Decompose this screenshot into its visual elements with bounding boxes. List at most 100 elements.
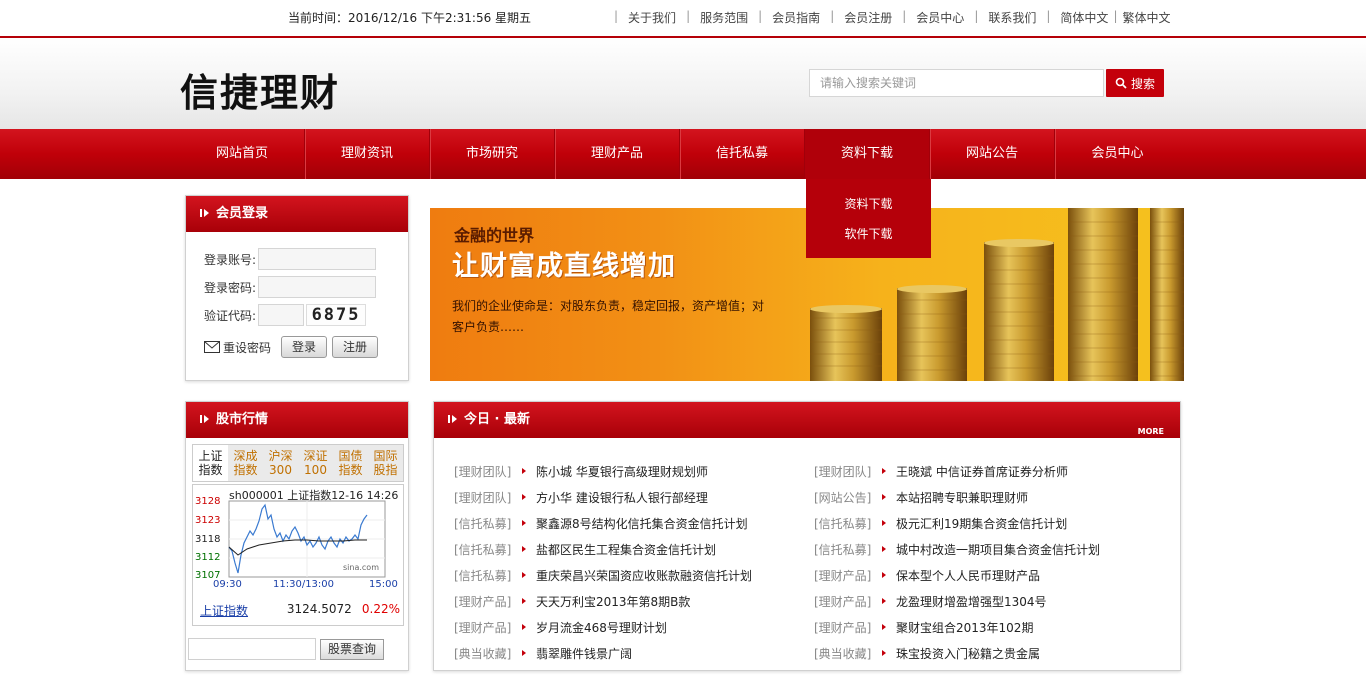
reset-password-link[interactable]: 重设密码: [223, 339, 271, 356]
arrow-icon: [200, 415, 209, 423]
stock-search-input[interactable]: [188, 638, 316, 660]
bullet-icon: [882, 598, 886, 604]
link-member-guide[interactable]: 会员指南: [772, 9, 820, 26]
list-item[interactable]: [理财团队] 方小华 建设银行私人银行部经理: [454, 484, 794, 510]
news-title-link[interactable]: 盐都区民生工程集合资金信托计划: [536, 541, 716, 558]
site-logo[interactable]: 信捷理财: [180, 62, 340, 117]
nav-downloads[interactable]: 资料下载: [805, 129, 930, 179]
news-title-link[interactable]: 天天万利宝2013年第8期B款: [536, 593, 690, 610]
y-tick: 3112: [195, 552, 221, 563]
current-time: 当前时间：2016/12/16 下午2:31:56 星期五: [288, 11, 532, 25]
link-simplified[interactable]: 简体中文: [1060, 9, 1108, 26]
arrow-icon: [200, 209, 209, 217]
stock-panel-header: 股市行情: [186, 402, 408, 438]
nav-trust[interactable]: 信托私募: [680, 129, 805, 179]
list-item[interactable]: [典当收藏] 珠宝投资入门秘籍之贵金属: [814, 640, 1154, 666]
list-item[interactable]: [网站公告] 本站招聘专职兼职理财师: [814, 484, 1154, 510]
news-title-link[interactable]: 本站招聘专职兼职理财师: [896, 489, 1028, 506]
code-label: 验证代码:: [204, 308, 257, 323]
news-title-link[interactable]: 龙盈理财增盈增强型1304号: [896, 593, 1047, 610]
tab-sz100[interactable]: 深证100: [298, 445, 333, 481]
news-category: [理财产品]: [454, 620, 512, 635]
list-item[interactable]: [信托私募] 重庆荣昌兴荣国资应收账款融资信托计划: [454, 562, 794, 588]
bullet-icon: [522, 520, 526, 526]
captcha-input[interactable]: [258, 304, 305, 326]
news-title-link[interactable]: 陈小城 华夏银行高级理财规划师: [536, 463, 708, 480]
separator: |: [686, 9, 691, 23]
quote-name[interactable]: 上证指数: [200, 602, 287, 619]
list-item[interactable]: [理财团队] 王晓斌 中信证券首席证券分析师: [814, 458, 1154, 484]
list-item[interactable]: [理财产品] 龙盈理财增盈增强型1304号: [814, 588, 1154, 614]
bullet-icon: [522, 494, 526, 500]
search-button[interactable]: 搜索: [1106, 69, 1164, 97]
tab-hs300[interactable]: 沪深300: [263, 445, 298, 481]
link-traditional[interactable]: 繁体中文: [1122, 9, 1170, 26]
list-item[interactable]: [理财团队] 陈小城 华夏银行高级理财规划师: [454, 458, 794, 484]
chart-source: sina.com: [343, 563, 379, 572]
news-title-link[interactable]: 岁月流金468号理财计划: [536, 619, 667, 636]
tab-bond-index[interactable]: 国债指数: [333, 445, 368, 481]
nav-announcements[interactable]: 网站公告: [930, 129, 1055, 179]
nav-news[interactable]: 理财资讯: [305, 129, 430, 179]
link-member-center[interactable]: 会员中心: [916, 9, 964, 26]
bullet-icon: [522, 624, 526, 630]
link-services[interactable]: 服务范围: [700, 9, 748, 26]
news-title-link[interactable]: 城中村改造一期项目集合资金信托计划: [896, 541, 1100, 558]
tab-sh-index[interactable]: 上证指数: [193, 445, 228, 481]
account-row: 登录账号:: [204, 248, 377, 270]
news-title-link[interactable]: 珠宝投资入门秘籍之贵金属: [896, 645, 1040, 662]
bullet-icon: [522, 572, 526, 578]
more-link[interactable]: MORE: [1138, 414, 1164, 450]
password-input[interactable]: [258, 276, 377, 298]
dropdown-item-software[interactable]: 软件下载: [806, 225, 931, 255]
tab-sz-index[interactable]: 深成指数: [228, 445, 263, 481]
separator: |: [902, 9, 907, 23]
main-nav: 网站首页 理财资讯 市场研究 理财产品 信托私募 资料下载 网站公告 会员中心: [0, 129, 1366, 179]
news-title-link[interactable]: 聚鑫源8号结构化信托集合资金信托计划: [536, 515, 748, 532]
list-item[interactable]: [典当收藏] 翡翠雕件钱景广阔: [454, 640, 794, 666]
dropdown-item-docs[interactable]: 资料下载: [806, 195, 931, 225]
stock-search-button[interactable]: 股票查询: [320, 639, 385, 660]
news-category: [典当收藏]: [814, 646, 872, 661]
account-input[interactable]: [258, 248, 377, 270]
header: 信捷理财 请输入搜索关键词 搜索: [0, 36, 1366, 129]
login-button[interactable]: 登录: [281, 336, 328, 358]
news-title-link[interactable]: 王晓斌 中信证券首席证券分析师: [896, 463, 1068, 480]
news-title: 今日 · 最新: [464, 412, 530, 427]
password-label: 登录密码:: [204, 280, 257, 295]
envelope-icon: [204, 341, 220, 353]
search-input[interactable]: 请输入搜索关键词: [809, 69, 1104, 97]
nav-home[interactable]: 网站首页: [180, 129, 305, 179]
banner-headline: 让财富成直线增加: [452, 251, 676, 282]
news-category: [理财团队]: [454, 490, 512, 505]
link-register[interactable]: 会员注册: [844, 9, 892, 26]
nav-products[interactable]: 理财产品: [555, 129, 680, 179]
nav-member-center[interactable]: 会员中心: [1055, 129, 1180, 179]
search-icon: [1115, 77, 1127, 89]
news-category: [理财产品]: [814, 594, 872, 609]
register-button[interactable]: 注册: [332, 336, 379, 358]
list-item[interactable]: [信托私募] 城中村改造一期项目集合资金信托计划: [814, 536, 1154, 562]
stock-tabs: 上证指数 深成指数 沪深300 深证100 国债指数 国际股指: [192, 444, 404, 482]
captcha-image[interactable]: 6875: [306, 304, 367, 326]
news-title-link[interactable]: 保本型个人人民币理财产品: [896, 567, 1040, 584]
list-item[interactable]: [信托私募] 聚鑫源8号结构化信托集合资金信托计划: [454, 510, 794, 536]
link-contact[interactable]: 联系我们: [988, 9, 1036, 26]
list-item[interactable]: [信托私募] 极元汇利19期集合资金信托计划: [814, 510, 1154, 536]
list-item[interactable]: [理财产品] 聚财宝组合2013年102期: [814, 614, 1154, 640]
link-about[interactable]: 关于我们: [628, 9, 676, 26]
x-tick: 15:00: [369, 579, 398, 590]
list-item[interactable]: [理财产品] 保本型个人人民币理财产品: [814, 562, 1154, 588]
chart-label: sh000001 上证指数12-16 14:26: [229, 489, 399, 502]
news-title-link[interactable]: 翡翠雕件钱景广阔: [536, 645, 632, 662]
login-panel: 会员登录 登录账号: 登录密码: 验证代码: 6875 重设密码 登录 注册: [185, 195, 409, 381]
nav-research[interactable]: 市场研究: [430, 129, 555, 179]
news-title-link[interactable]: 重庆荣昌兴荣国资应收账款融资信托计划: [536, 567, 752, 584]
news-title-link[interactable]: 极元汇利19期集合资金信托计划: [896, 515, 1067, 532]
news-title-link[interactable]: 聚财宝组合2013年102期: [896, 619, 1033, 636]
list-item[interactable]: [理财产品] 天天万利宝2013年第8期B款: [454, 588, 794, 614]
news-title-link[interactable]: 方小华 建设银行私人银行部经理: [536, 489, 708, 506]
list-item[interactable]: [理财产品] 岁月流金468号理财计划: [454, 614, 794, 640]
tab-intl-index[interactable]: 国际股指: [368, 445, 403, 481]
list-item[interactable]: [信托私募] 盐都区民生工程集合资金信托计划: [454, 536, 794, 562]
